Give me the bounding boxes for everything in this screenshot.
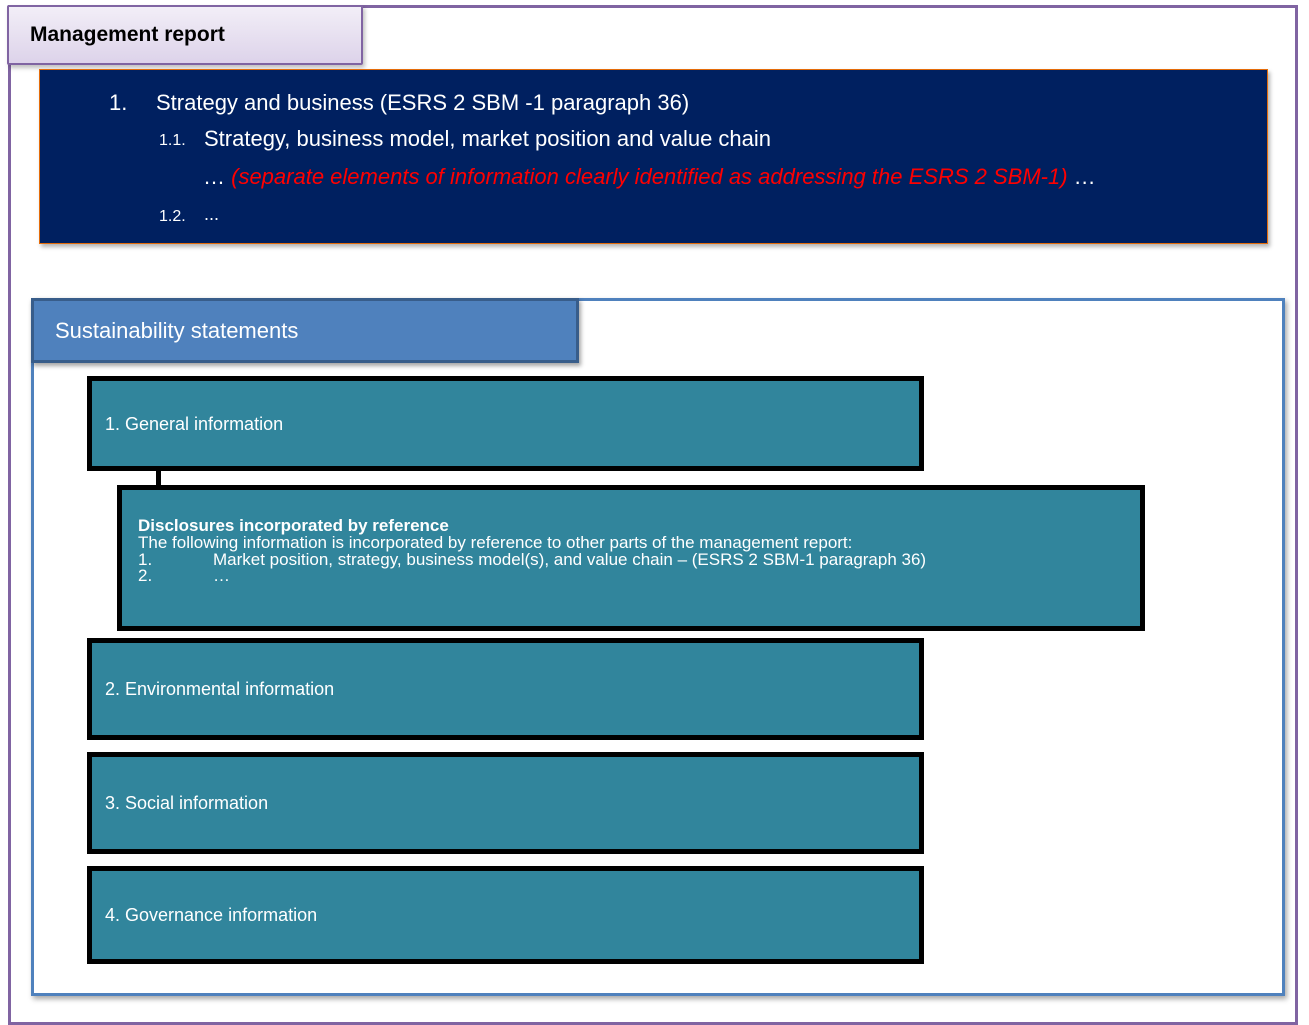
reference-item-2-number: 2.: [138, 566, 153, 585]
social-information-box: 3. Social information: [87, 752, 924, 854]
item-1-text: Strategy and business (ESRS 2 SBM -1 par…: [156, 90, 690, 115]
item-1-2-number: 1.2.: [159, 208, 186, 225]
separate-elements-note: (separate elements of information clearl…: [231, 164, 1068, 189]
ellipsis-before: …: [203, 164, 225, 189]
item-1-1-text: Strategy, business model, market positio…: [204, 126, 772, 151]
general-information-label: 1. General information: [105, 414, 284, 434]
item-1-1-number: 1.1.: [159, 132, 186, 149]
separate-note-line: … (separate elements of information clea…: [203, 164, 1096, 190]
item-1-2-text: ...: [204, 204, 220, 224]
management-report-content-box: 1. Strategy and business (ESRS 2 SBM -1 …: [39, 69, 1268, 244]
reference-item-2-text: …: [213, 566, 230, 585]
social-information-label: 3. Social information: [105, 793, 269, 813]
governance-information-box: 4. Governance information: [87, 866, 924, 964]
management-report-title: Management report: [30, 23, 225, 46]
reference-intro: The following information is incorporate…: [138, 533, 853, 552]
ellipsis-after: …: [1073, 164, 1096, 189]
environmental-information-box: 2. Environmental information: [87, 638, 924, 740]
general-information-box: 1. General information: [87, 376, 924, 471]
sustainability-statements-title: Sustainability statements: [55, 318, 299, 343]
item-1-number: 1.: [109, 90, 128, 115]
governance-information-label: 4. Governance information: [105, 905, 318, 925]
environmental-information-label: 2. Environmental information: [105, 679, 335, 699]
sustainability-statements-tab: Sustainability statements: [31, 298, 579, 363]
reference-item-1-text: Market position, strategy, business mode…: [213, 550, 927, 569]
management-report-tab: Management report: [7, 5, 363, 65]
disclosures-by-reference-box: Disclosures incorporated by reference Th…: [117, 485, 1145, 631]
reference-title: Disclosures incorporated by reference: [138, 516, 449, 535]
